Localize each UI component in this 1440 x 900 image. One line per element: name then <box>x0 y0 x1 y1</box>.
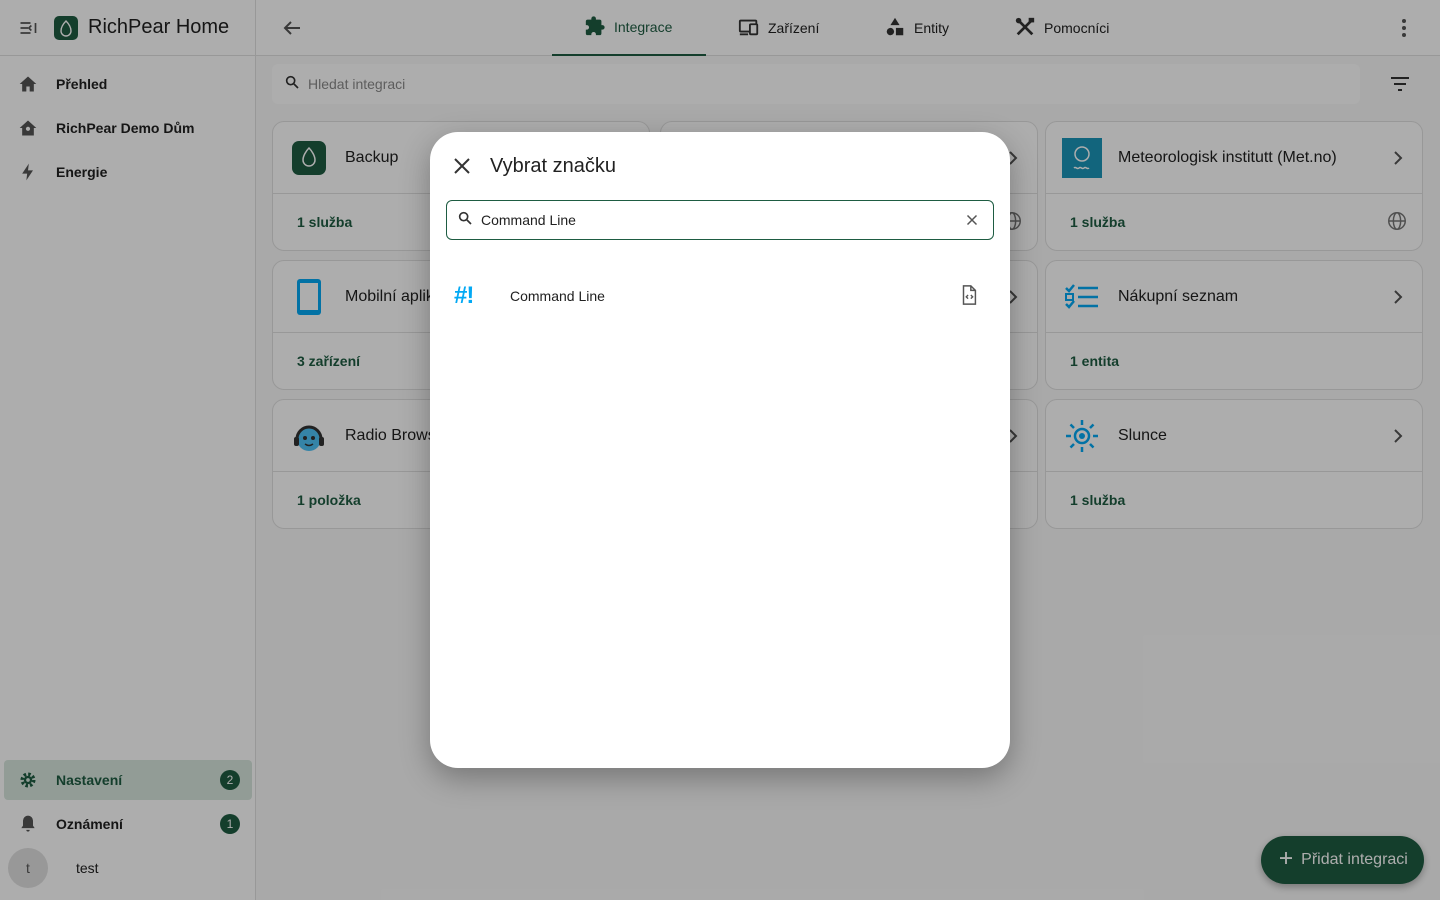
file-code-icon <box>958 284 982 308</box>
command-line-logo: #! <box>454 282 474 309</box>
clear-icon[interactable] <box>963 211 981 229</box>
brand-result-name: Command Line <box>510 288 605 304</box>
brand-search-input[interactable] <box>481 212 951 228</box>
search-icon <box>457 210 473 231</box>
close-icon[interactable] <box>450 154 474 178</box>
dialog-title: Vybrat značku <box>490 155 616 177</box>
brand-search[interactable] <box>446 200 994 240</box>
brand-result-item[interactable]: #! Command Line <box>446 268 994 324</box>
select-brand-dialog: Vybrat značku #! Command Line <box>430 132 1010 768</box>
